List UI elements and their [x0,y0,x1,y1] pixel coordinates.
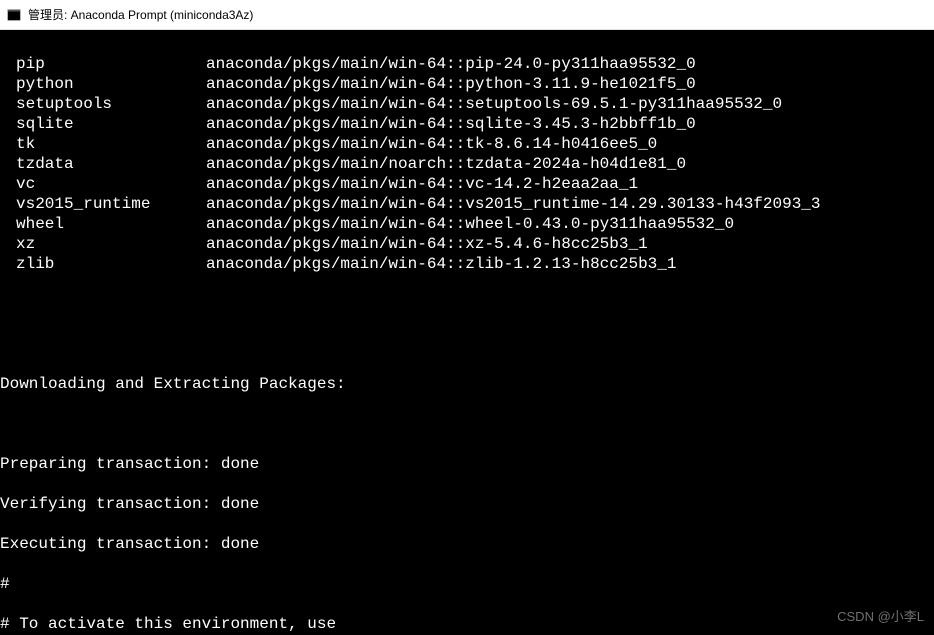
package-name: xz [16,234,206,254]
package-row: xzanaconda/pkgs/main/win-64::xz-5.4.6-h8… [0,234,934,254]
package-spec: anaconda/pkgs/main/win-64::vc-14.2-h2eaa… [206,175,638,193]
package-spec: anaconda/pkgs/main/win-64::setuptools-69… [206,95,782,113]
package-name: tk [16,134,206,154]
package-row: setuptoolsanaconda/pkgs/main/win-64::set… [0,94,934,114]
package-spec: anaconda/pkgs/main/win-64::tk-8.6.14-h04… [206,135,657,153]
package-spec: anaconda/pkgs/main/win-64::pip-24.0-py31… [206,55,696,73]
package-row: zlibanaconda/pkgs/main/win-64::zlib-1.2.… [0,254,934,274]
package-name: tzdata [16,154,206,174]
package-name: python [16,74,206,94]
package-row: sqliteanaconda/pkgs/main/win-64::sqlite-… [0,114,934,134]
package-name: vs2015_runtime [16,194,206,214]
package-row: vcanaconda/pkgs/main/win-64::vc-14.2-h2e… [0,174,934,194]
package-spec: anaconda/pkgs/main/win-64::wheel-0.43.0-… [206,215,734,233]
package-name: sqlite [16,114,206,134]
activate-instruction: # To activate this environment, use [0,614,934,634]
verifying-line: Verifying transaction: done [0,494,934,514]
package-name: pip [16,54,206,74]
package-row: pipanaconda/pkgs/main/win-64::pip-24.0-p… [0,54,934,74]
package-spec: anaconda/pkgs/main/win-64::xz-5.4.6-h8cc… [206,235,648,253]
package-name: vc [16,174,206,194]
terminal-output[interactable]: pipanaconda/pkgs/main/win-64::pip-24.0-p… [0,30,934,635]
package-spec: anaconda/pkgs/main/win-64::zlib-1.2.13-h… [206,255,676,273]
download-extract-line: Downloading and Extracting Packages: [0,374,934,394]
window-titlebar: 管理员: Anaconda Prompt (miniconda3Az) [0,0,934,30]
package-name: wheel [16,214,206,234]
window-title: 管理员: Anaconda Prompt (miniconda3Az) [28,6,253,23]
terminal-icon [6,7,22,23]
package-spec: anaconda/pkgs/main/win-64::python-3.11.9… [206,75,696,93]
watermark: CSDN @小李L [837,607,924,627]
package-spec: anaconda/pkgs/main/win-64::vs2015_runtim… [206,195,821,213]
package-name: zlib [16,254,206,274]
package-row: vs2015_runtimeanaconda/pkgs/main/win-64:… [0,194,934,214]
package-name: setuptools [16,94,206,114]
executing-line: Executing transaction: done [0,534,934,554]
hash-line: # [0,574,934,594]
package-row: tzdataanaconda/pkgs/main/noarch::tzdata-… [0,154,934,174]
package-row: pythonanaconda/pkgs/main/win-64::python-… [0,74,934,94]
package-spec: anaconda/pkgs/main/win-64::sqlite-3.45.3… [206,115,696,133]
preparing-line: Preparing transaction: done [0,454,934,474]
package-row: wheelanaconda/pkgs/main/win-64::wheel-0.… [0,214,934,234]
package-spec: anaconda/pkgs/main/noarch::tzdata-2024a-… [206,155,686,173]
package-row: tkanaconda/pkgs/main/win-64::tk-8.6.14-h… [0,134,934,154]
